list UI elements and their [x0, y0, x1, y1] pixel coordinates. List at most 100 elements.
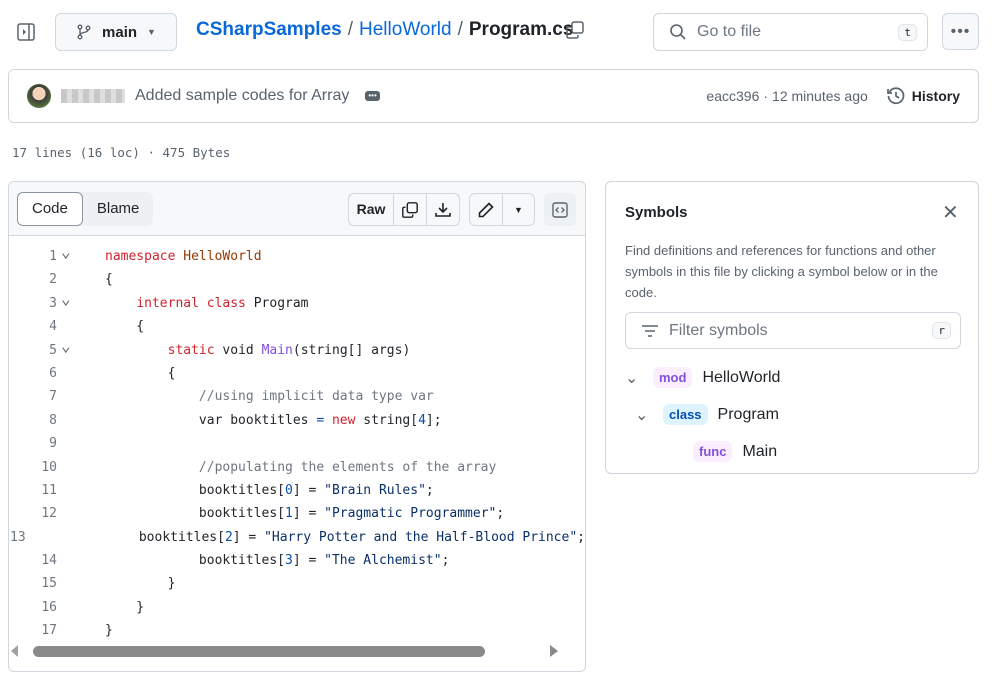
commit-sha[interactable]: eacc396 — [706, 88, 759, 104]
code-text: booktitles[1] = "Pragmatic Programmer"; — [105, 502, 504, 525]
git-branch-icon — [76, 24, 92, 40]
line-number[interactable]: 11 — [9, 479, 61, 502]
symbol-item-mod[interactable]: ⌄ mod HelloWorld — [625, 359, 961, 396]
symbol-item-class[interactable]: ⌄ class Program — [625, 396, 961, 433]
code-token: } — [105, 599, 145, 615]
fold-gutter — [30, 526, 45, 549]
line-number[interactable]: 10 — [9, 456, 61, 479]
tab-blame[interactable]: Blame — [83, 192, 154, 226]
code-line: 8 var booktitles = new string[4]; — [9, 409, 585, 432]
branch-selector[interactable]: main ▼ — [55, 13, 177, 51]
go-to-file-search[interactable]: Go to file t — [653, 13, 928, 51]
horizontal-scrollbar[interactable] — [9, 643, 585, 659]
code-token: booktitles[ — [105, 553, 286, 569]
symbols-description: Find definitions and references for func… — [625, 243, 938, 300]
breadcrumb-file: Program.cs — [468, 19, 574, 40]
code-line: 1 ⌄ namespace HelloWorld — [9, 243, 585, 268]
code-line: 6 { — [9, 362, 585, 385]
code-token: "Pragmatic Programmer" — [324, 506, 497, 522]
line-number[interactable]: 17 — [9, 619, 61, 641]
edit-dropdown-chevron-icon[interactable]: ▼ — [503, 205, 534, 215]
raw-button[interactable]: Raw — [349, 194, 394, 225]
symbols-toggle-button[interactable] — [544, 193, 576, 226]
code-token: } — [105, 576, 176, 592]
code-token: Program — [253, 295, 309, 311]
breadcrumb-repo-link[interactable]: CSharpSamples — [196, 19, 342, 41]
chevron-down-icon[interactable]: ⌄ — [625, 368, 653, 388]
scroll-right-arrow-icon[interactable] — [550, 645, 558, 657]
code-view[interactable]: 1 ⌄ namespace HelloWorld 2{3 ⌄ internal clas… — [9, 236, 585, 641]
line-number[interactable]: 4 — [9, 315, 61, 338]
author-name-blurred[interactable] — [61, 89, 125, 103]
line-number[interactable]: 7 — [9, 385, 61, 408]
line-number[interactable]: 5 — [9, 339, 61, 362]
code-token: 2 — [224, 529, 233, 545]
line-number[interactable]: 8 — [9, 409, 61, 432]
filter-symbols-input[interactable]: Filter symbols r — [625, 312, 961, 349]
code-text: var booktitles = new string[4]; — [105, 409, 442, 432]
code-token: ; — [425, 482, 434, 498]
line-number[interactable]: 13 — [9, 526, 30, 549]
symbol-item-func[interactable]: func Main — [625, 433, 961, 470]
line-number[interactable]: 1 — [9, 245, 61, 268]
file-actions-group: Raw — [348, 193, 460, 226]
separator: · — [763, 88, 769, 104]
close-icon[interactable]: ✕ — [942, 200, 959, 225]
copy-path-icon[interactable] — [565, 20, 585, 40]
more-options-button[interactable]: ••• — [942, 13, 979, 50]
line-number[interactable]: 15 — [9, 572, 61, 595]
symbols-title: Symbols — [625, 204, 688, 221]
scroll-left-arrow-icon[interactable] — [11, 645, 18, 657]
symbol-name: Main — [742, 442, 778, 460]
symbol-name: Program — [717, 405, 779, 423]
filter-placeholder: Filter symbols — [669, 321, 768, 339]
line-number[interactable]: 12 — [9, 502, 61, 525]
code-line: 2{ — [9, 268, 585, 291]
fold-gutter — [61, 502, 105, 525]
fold-gutter — [61, 385, 105, 408]
code-token: //using implicit data type var — [198, 389, 434, 405]
code-token: "Brain Rules" — [324, 482, 426, 498]
branch-name: main — [102, 23, 138, 41]
line-number[interactable]: 2 — [9, 268, 61, 291]
fold-chevron-icon[interactable]: ⌄ — [61, 290, 105, 315]
code-line: 12 booktitles[1] = "Pragmatic Programmer… — [9, 502, 585, 525]
code-token: 1 — [285, 506, 293, 522]
code-token: namespace — [105, 249, 184, 264]
code-token: //populating the elements of the array — [198, 459, 497, 475]
code-text: //populating the elements of the array — [105, 456, 496, 479]
code-line: 11 booktitles[0] = "Brain Rules"; — [9, 479, 585, 502]
filter-icon — [641, 324, 659, 338]
code-token: HelloWorld — [183, 249, 262, 264]
line-number[interactable]: 14 — [9, 549, 61, 572]
line-number[interactable]: 16 — [9, 596, 61, 619]
symbols-tree: ⌄ mod HelloWorld ⌄ class Program func Main — [625, 359, 961, 470]
edit-button[interactable] — [470, 194, 503, 225]
tab-code[interactable]: Code — [17, 192, 83, 226]
code-line: 15 } — [9, 572, 585, 595]
code-token: new — [324, 412, 356, 428]
avatar[interactable] — [27, 84, 51, 108]
code-token: ; — [441, 553, 450, 569]
fold-chevron-icon[interactable]: ⌄ — [61, 337, 105, 362]
fold-chevron-icon[interactable]: ⌄ — [61, 243, 105, 268]
copy-raw-button[interactable] — [394, 194, 427, 225]
sidebar-toggle-icon[interactable] — [16, 22, 36, 42]
expand-commit-icon[interactable]: ••• — [365, 91, 380, 101]
history-button[interactable]: History — [886, 86, 960, 106]
scrollbar-thumb[interactable] — [33, 646, 485, 657]
chevron-down-icon[interactable]: ⌄ — [635, 405, 663, 425]
code-token: "The Alchemist" — [324, 553, 442, 569]
code-token: Main — [261, 342, 293, 358]
line-number[interactable]: 6 — [9, 362, 61, 385]
fold-gutter — [61, 362, 105, 385]
code-text: static void Main(string[] args) — [105, 339, 411, 362]
shortcut-key: r — [932, 322, 951, 339]
code-token: "Harry Potter and the Half-Blood Prince" — [264, 529, 578, 545]
line-number[interactable]: 3 — [9, 292, 61, 315]
line-number[interactable]: 9 — [9, 432, 61, 455]
breadcrumb-folder-link[interactable]: HelloWorld — [359, 19, 452, 41]
commit-message[interactable]: Added sample codes for Array — [135, 87, 349, 105]
download-button[interactable] — [427, 194, 459, 225]
copy-icon — [402, 201, 418, 218]
